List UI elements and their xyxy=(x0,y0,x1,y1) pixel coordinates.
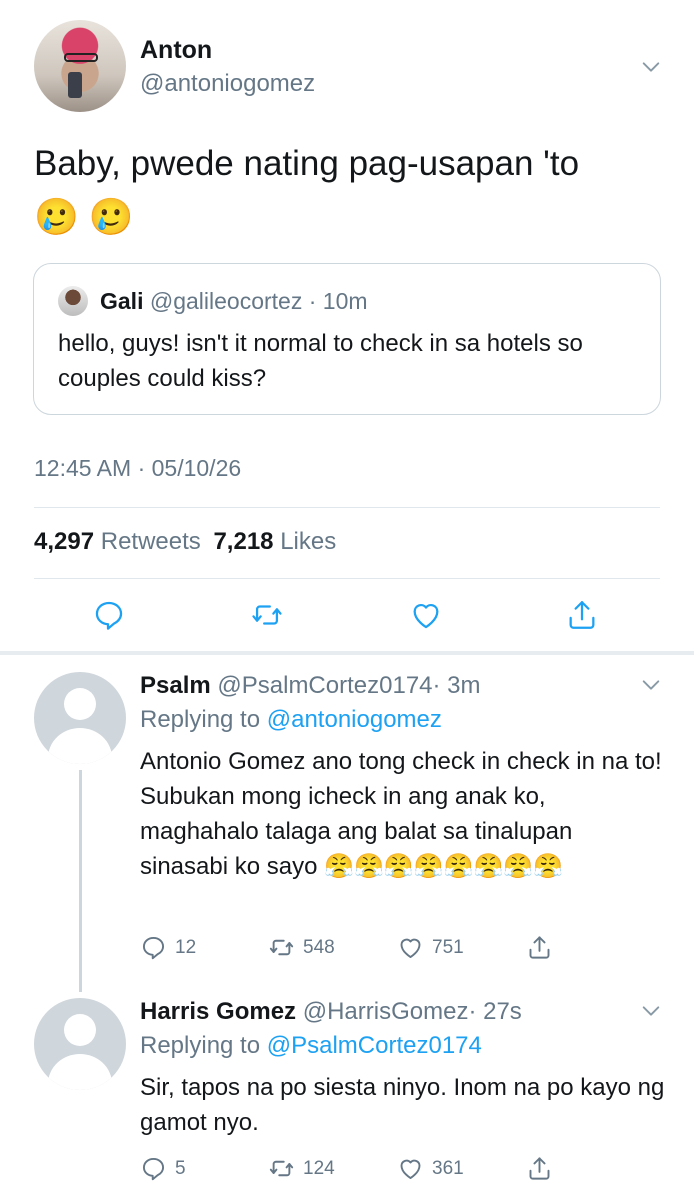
replying-to-label: Replying to xyxy=(140,706,261,733)
retweet-icon[interactable] xyxy=(250,598,284,632)
reply-button[interactable]: 12 xyxy=(140,934,196,961)
author-avatar[interactable] xyxy=(34,20,126,112)
likes-count[interactable]: 7,218 xyxy=(213,528,273,555)
quoted-author-handle: @galileocortez xyxy=(149,288,303,314)
share-icon[interactable] xyxy=(565,598,599,632)
reply-text: Sir, tapos na po siesta ninyo. Inom na p… xyxy=(140,1074,665,1136)
retweet-button[interactable]: 124 xyxy=(268,1155,335,1182)
replying-to-handle[interactable]: @antoniogomez xyxy=(267,706,442,733)
divider xyxy=(34,578,660,579)
retweet-count: 124 xyxy=(303,1157,335,1179)
chevron-down-icon[interactable] xyxy=(640,1000,662,1022)
reply-icon[interactable] xyxy=(92,598,126,632)
share-icon xyxy=(529,1157,550,1180)
reply-time: · 3m xyxy=(432,672,481,699)
reply-header: Harris Gomez @HarrisGomez· 27s xyxy=(140,998,522,1026)
reply-time: · 27s xyxy=(468,998,522,1025)
like-icon[interactable] xyxy=(409,598,443,632)
retweet-button[interactable]: 548 xyxy=(268,934,335,961)
replying-to: Replying to @antoniogomez xyxy=(140,706,442,734)
likes-label[interactable]: Likes xyxy=(280,528,336,555)
like-count: 751 xyxy=(432,936,464,958)
reply-author-handle[interactable]: @HarrisGomez xyxy=(303,998,469,1025)
like-button[interactable]: 751 xyxy=(397,934,464,961)
quoted-author-avatar xyxy=(58,286,88,316)
like-icon xyxy=(400,938,421,959)
tweet-timestamp[interactable]: 12:45 AM · 05/10/26 xyxy=(34,455,241,482)
tweet-emojis: 🥲 🥲 xyxy=(34,196,134,238)
reply-icon xyxy=(142,1157,165,1181)
retweet-icon xyxy=(269,939,294,956)
quoted-tweet[interactable]: Gali @galileocortez · 10m hello, guys! i… xyxy=(33,263,661,415)
reply-header: Psalm @PsalmCortez0174· 3m xyxy=(140,672,481,700)
quoted-tweet-text: hello, guys! isn't it normal to check in… xyxy=(58,330,583,392)
replying-to-handle[interactable]: @PsalmCortez0174 xyxy=(267,1032,482,1059)
reply-avatar[interactable] xyxy=(34,672,126,764)
share-button[interactable] xyxy=(526,934,553,961)
section-divider xyxy=(0,651,694,655)
thread-line xyxy=(79,770,82,992)
emoji: 🥲 xyxy=(88,196,134,237)
like-icon xyxy=(400,1159,421,1180)
reply-text: Antonio Gomez ano tong check in check in… xyxy=(140,748,662,880)
like-button[interactable]: 361 xyxy=(397,1155,464,1182)
chevron-down-icon[interactable] xyxy=(640,674,662,696)
quoted-author-name: Gali xyxy=(100,288,144,314)
replying-to-label: Replying to xyxy=(140,1032,261,1059)
reply-count: 5 xyxy=(175,1157,186,1179)
quoted-tweet-time: · 10m xyxy=(308,288,368,314)
retweets-count[interactable]: 4,297 xyxy=(34,528,94,555)
emoji: 🥲 xyxy=(34,196,79,237)
reply-avatar[interactable] xyxy=(34,998,126,1090)
like-count: 361 xyxy=(432,1157,464,1179)
divider xyxy=(34,507,660,508)
quoted-tweet-header: Gali @galileocortez · 10m xyxy=(100,288,368,315)
reply-author-name[interactable]: Psalm xyxy=(140,672,211,699)
chevron-down-icon[interactable] xyxy=(640,56,662,78)
retweets-label[interactable]: Retweets xyxy=(101,528,201,555)
reply-button[interactable]: 5 xyxy=(140,1155,186,1182)
reply-author-handle[interactable]: @PsalmCortez0174 xyxy=(217,672,432,699)
tweet-stats: 4,297 Retweets 7,218 Likes xyxy=(34,528,336,556)
replying-to: Replying to @PsalmCortez0174 xyxy=(140,1032,482,1060)
author-handle[interactable]: @antoniogomez xyxy=(140,70,315,98)
author-name[interactable]: Anton xyxy=(140,36,212,65)
reply-author-name[interactable]: Harris Gomez xyxy=(140,998,296,1025)
retweet-icon xyxy=(269,1160,294,1177)
share-icon xyxy=(529,936,550,959)
reply-icon xyxy=(142,936,165,960)
retweet-count: 548 xyxy=(303,936,335,958)
tweet-text: Baby, pwede nating pag-usapan 'to xyxy=(34,144,580,183)
reply-count: 12 xyxy=(175,936,197,958)
share-button[interactable] xyxy=(526,1155,553,1182)
